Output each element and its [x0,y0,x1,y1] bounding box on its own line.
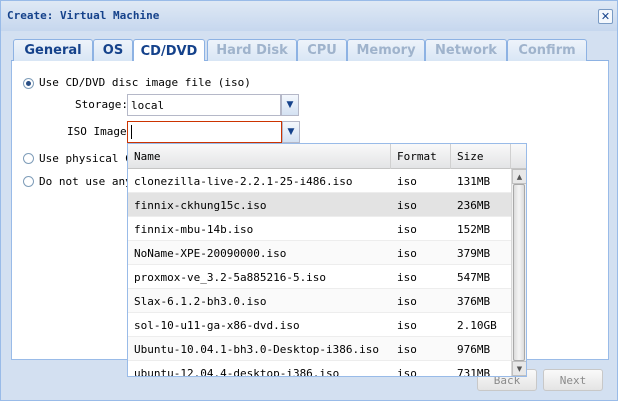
row-size: 547MB [457,270,491,284]
row-size: 236MB [457,198,491,212]
tab-network: Network [425,39,507,61]
storage-dropdown-button[interactable]: ▼ [281,94,299,116]
radio-use-physical-label: Use physical CD [39,152,139,165]
row-format: iso [397,318,417,332]
create-vm-window: Create: Virtual Machine ✕ General OS CD/… [0,0,618,401]
row-size: 376MB [457,294,491,308]
tab-cpu: CPU [297,39,347,61]
next-button[interactable]: Next [543,369,603,391]
column-header-name[interactable]: Name [128,144,391,169]
tab-os[interactable]: OS [93,39,133,61]
tab-memory: Memory [347,39,425,61]
table-row[interactable]: Ubuntu-10.04.1-bh3.0-Desktop-i386.iso is… [128,337,511,361]
radio-no-media-label: Do not use any [39,175,132,188]
table-row[interactable]: Slax-6.1.2-bh3.0.iso iso 376MB [128,289,511,313]
radio-use-iso-label: Use CD/DVD disc image file (iso) [39,76,251,89]
picker-scrollbar[interactable]: ▲ ▼ [511,169,526,376]
row-format: iso [397,222,417,236]
radio-use-iso[interactable] [23,78,34,89]
table-row[interactable]: clonezilla-live-2.2.1-25-i486.iso iso 13… [128,169,511,193]
chevron-down-icon: ▼ [286,100,294,110]
row-name: clonezilla-live-2.2.1-25-i486.iso [134,174,353,188]
close-icon: ✕ [600,10,611,23]
scroll-down-button[interactable]: ▼ [512,361,526,376]
row-format: iso [397,270,417,284]
table-row[interactable]: finnix-ckhung15c.iso iso 236MB [128,193,511,217]
row-format: iso [397,246,417,260]
storage-combo[interactable]: local [127,94,281,116]
text-caret [131,125,132,139]
row-name: proxmox-ve_3.2-5a885216-5.iso [134,270,327,284]
row-size: 379MB [457,246,491,260]
column-header-size[interactable]: Size [451,144,511,169]
iso-image-dropdown-button[interactable]: ▼ [282,121,300,143]
triangle-down-icon: ▼ [516,364,523,373]
row-format: iso [397,342,417,356]
row-name: ubuntu-12.04.4-desktop-i386.iso [134,366,340,377]
triangle-up-icon: ▲ [516,172,523,181]
tab-general[interactable]: General [13,39,93,61]
row-size: 131MB [457,174,491,188]
row-size: 152MB [457,222,491,236]
table-row[interactable]: proxmox-ve_3.2-5a885216-5.iso iso 547MB [128,265,511,289]
row-name: finnix-ckhung15c.iso [134,198,267,212]
iso-image-input[interactable] [127,121,282,143]
row-name: Slax-6.1.2-bh3.0.iso [134,294,267,308]
grid-header-filler [511,144,526,169]
table-row[interactable]: ubuntu-12.04.4-desktop-i386.iso iso 731M… [128,361,511,377]
storage-value: local [131,99,165,112]
row-format: iso [397,294,417,308]
window-titlebar[interactable]: Create: Virtual Machine ✕ [1,1,617,31]
row-name: Ubuntu-10.04.1-bh3.0-Desktop-i386.iso [134,342,380,356]
radio-no-media[interactable] [23,176,34,187]
scroll-thumb[interactable] [513,184,525,361]
row-format: iso [397,366,417,377]
table-row[interactable]: finnix-mbu-14b.iso iso 152MB [128,217,511,241]
tab-cd-dvd[interactable]: CD/DVD [133,39,205,62]
iso-image-label: ISO Image: [67,125,134,138]
column-header-format[interactable]: Format [391,144,451,169]
row-size: 976MB [457,342,491,356]
row-size: 2.10GB [457,318,497,332]
row-format: iso [397,198,417,212]
tab-hard-disk: Hard Disk [207,39,297,61]
row-name: NoName-XPE-20090000.iso [134,246,287,260]
row-name: sol-10-u11-ga-x86-dvd.iso [134,318,300,332]
radio-selected-dot [26,81,31,86]
tab-confirm: Confirm [507,39,587,61]
row-size: 731MB [457,366,491,377]
window-title: Create: Virtual Machine [7,9,160,22]
chevron-down-icon: ▼ [287,127,295,137]
row-name: finnix-mbu-14b.iso [134,222,254,236]
wizard-tabbar: General OS CD/DVD Hard Disk CPU Memory N… [11,37,609,62]
radio-use-physical[interactable] [23,153,34,164]
grid-header: Name Format Size [128,144,511,169]
scroll-up-button[interactable]: ▲ [512,169,526,184]
close-button[interactable]: ✕ [598,9,613,24]
table-row[interactable]: NoName-XPE-20090000.iso iso 379MB [128,241,511,265]
iso-image-picker: Name Format Size clonezilla-live-2.2.1-2… [127,143,527,377]
table-row[interactable]: sol-10-u11-ga-x86-dvd.iso iso 2.10GB [128,313,511,337]
row-format: iso [397,174,417,188]
storage-label: Storage: [75,98,128,111]
